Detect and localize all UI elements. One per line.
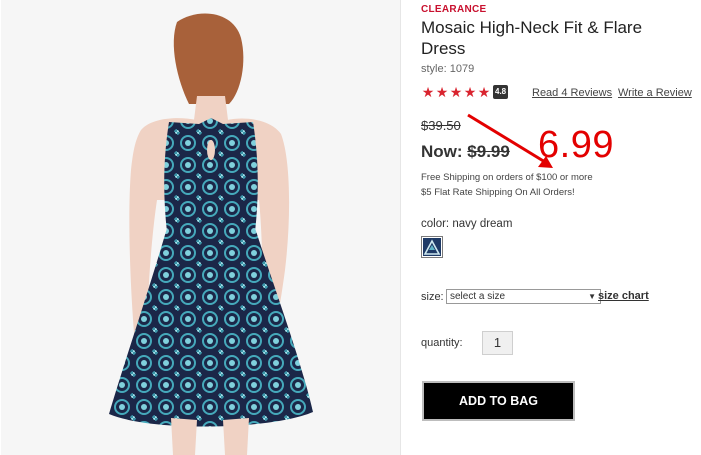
product-image[interactable]: [0, 0, 403, 455]
sale-price-row: Now: $9.99: [421, 142, 510, 162]
sale-price: $9.99: [467, 142, 510, 161]
write-review-link[interactable]: Write a Review: [618, 87, 692, 99]
clearance-badge: CLEARANCE: [421, 4, 487, 15]
swatch-pattern: [423, 238, 441, 256]
annotated-new-price: 6.99: [538, 124, 614, 166]
star-icon: ★: [449, 84, 463, 100]
size-label: size:: [421, 291, 444, 303]
product-style-number: style: 1079: [421, 63, 475, 75]
product-detail-panel: CLEARANCE Mosaic High-Neck Fit & Flare D…: [421, 0, 701, 455]
star-icon: ★: [421, 84, 435, 100]
color-label-text: color:: [421, 218, 450, 230]
product-photo-frame: [1, 0, 401, 455]
now-label: Now:: [421, 142, 463, 161]
model-illustration: [109, 13, 313, 455]
star-icon: ★: [435, 84, 449, 100]
rating-value-badge: 4.8: [493, 85, 509, 99]
size-select-dropdown[interactable]: select a size ▼: [446, 289, 601, 304]
color-swatch-navy-dream[interactable]: [421, 236, 443, 258]
read-reviews-link[interactable]: Read 4 Reviews: [532, 87, 612, 99]
free-shipping-note: Free Shipping on orders of $100 or more: [421, 172, 593, 183]
size-selected-value: select a size: [450, 291, 506, 302]
star-icon: ★: [463, 84, 477, 100]
star-rating: ★ ★ ★ ★ ★ 4.8: [421, 84, 509, 100]
add-to-bag-button[interactable]: ADD TO BAG: [422, 381, 575, 421]
original-price: $39.50: [421, 118, 461, 133]
size-chart-link[interactable]: size chart: [598, 290, 649, 302]
star-icon: ★: [477, 84, 491, 100]
color-name: navy dream: [452, 218, 513, 230]
product-title: Mosaic High-Neck Fit & Flare Dress: [421, 18, 643, 58]
flat-rate-shipping-note: $5 Flat Rate Shipping On All Orders!: [421, 187, 575, 198]
mosaic-swatch-icon: [423, 238, 441, 256]
color-label: color: navy dream: [421, 218, 512, 230]
quantity-label: quantity:: [421, 337, 463, 349]
dropdown-caret-icon: ▼: [588, 292, 596, 301]
quantity-input[interactable]: 1: [482, 331, 513, 355]
